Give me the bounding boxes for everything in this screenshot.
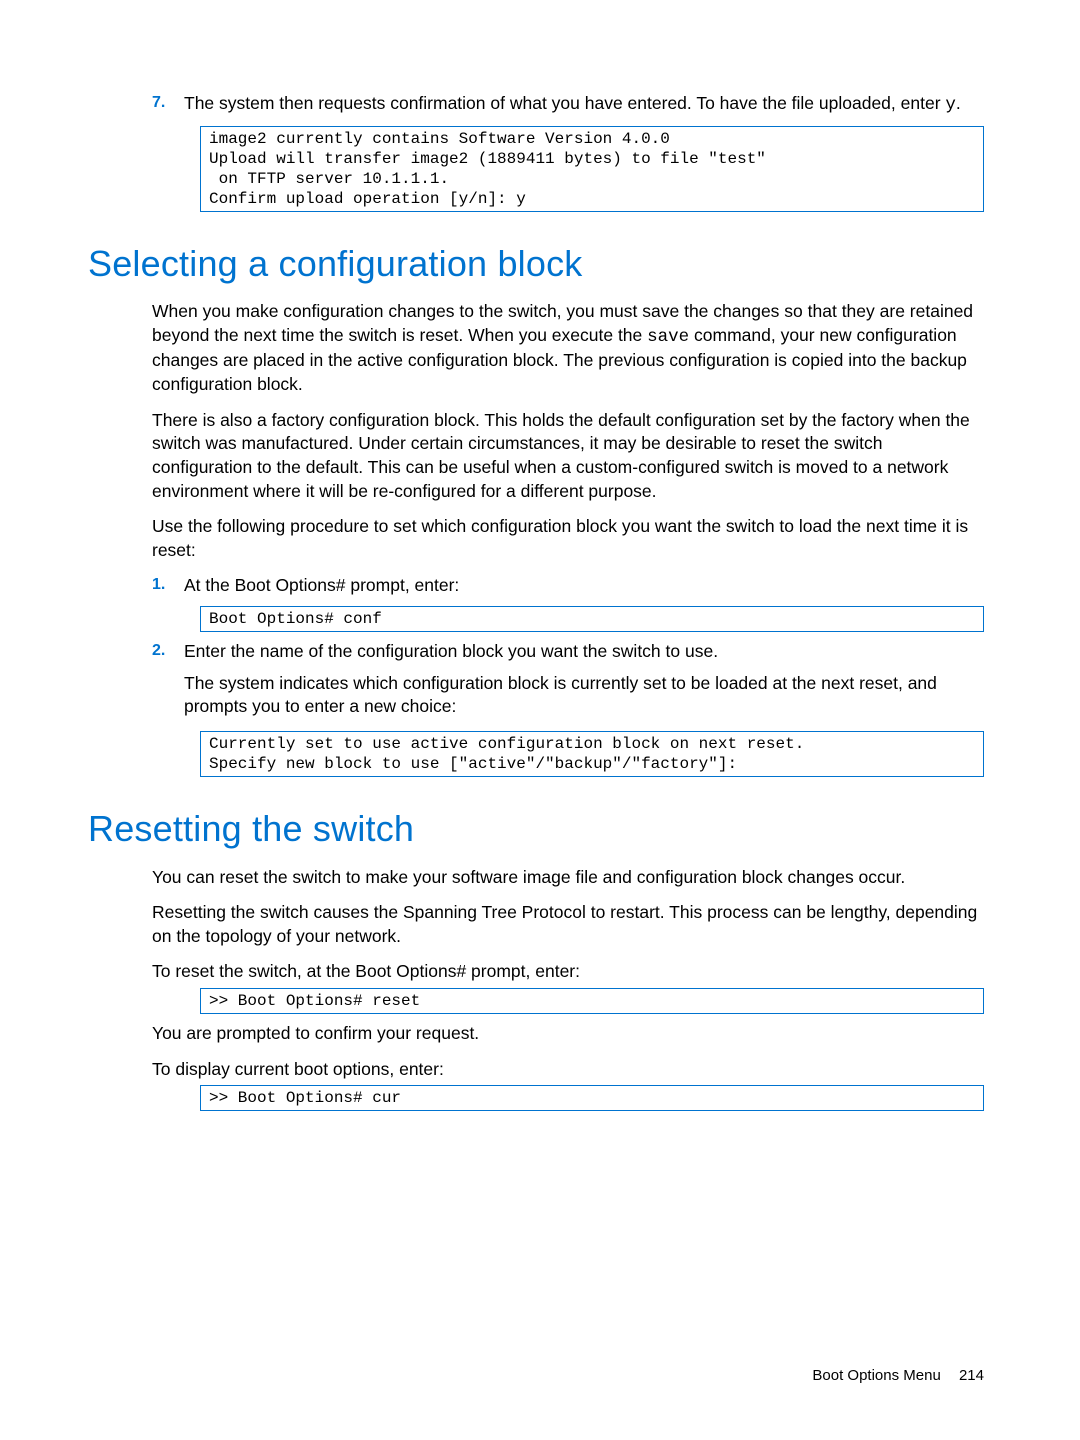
paragraph: You are prompted to confirm your request… bbox=[152, 1022, 984, 1046]
step-list-section1-cont: 2. Enter the name of the configuration b… bbox=[152, 640, 984, 719]
heading-selecting-config-block: Selecting a configuration block bbox=[88, 240, 984, 289]
paragraph: You can reset the switch to make your so… bbox=[152, 866, 984, 890]
step-text: Enter the name of the configuration bloc… bbox=[184, 641, 718, 661]
step-list-section1: 1. At the Boot Options# prompt, enter: bbox=[152, 574, 984, 598]
section2-body-cont: You are prompted to confirm your request… bbox=[152, 1022, 984, 1081]
code-block-cur: >> Boot Options# cur bbox=[200, 1085, 984, 1111]
footer-section: Boot Options Menu bbox=[812, 1367, 940, 1384]
code-block-conf: Boot Options# conf bbox=[200, 606, 984, 632]
step-2: 2. Enter the name of the configuration b… bbox=[152, 640, 984, 719]
code-block-specify-block: Currently set to use active configuratio… bbox=[200, 731, 984, 777]
paragraph: When you make configuration changes to t… bbox=[152, 300, 984, 397]
step-text-after: . bbox=[956, 93, 961, 113]
paragraph: To display current boot options, enter: bbox=[152, 1058, 984, 1082]
step-list-continuation: 7. The system then requests confirmation… bbox=[152, 92, 984, 118]
paragraph: Use the following procedure to set which… bbox=[152, 515, 984, 562]
step-number: 2. bbox=[152, 640, 165, 662]
step-text-before: The system then requests confirmation of… bbox=[184, 93, 945, 113]
code-block-reset: >> Boot Options# reset bbox=[200, 988, 984, 1014]
step-number: 7. bbox=[152, 92, 165, 114]
section2-body: You can reset the switch to make your so… bbox=[152, 866, 984, 985]
inline-code: save bbox=[647, 327, 689, 347]
footer-page-number: 214 bbox=[959, 1367, 984, 1384]
heading-resetting-switch: Resetting the switch bbox=[88, 805, 984, 854]
step-text: At the Boot Options# prompt, enter: bbox=[184, 575, 459, 595]
step-sub-paragraph: The system indicates which configuration… bbox=[184, 672, 984, 719]
inline-code: y bbox=[945, 95, 956, 115]
page-footer: Boot Options Menu 214 bbox=[812, 1366, 984, 1386]
section1-body: When you make configuration changes to t… bbox=[152, 300, 984, 562]
page: 7. The system then requests confirmation… bbox=[0, 0, 1080, 1440]
paragraph: There is also a factory configuration bl… bbox=[152, 409, 984, 504]
step-1: 1. At the Boot Options# prompt, enter: bbox=[152, 574, 984, 598]
code-block-upload-confirm: image2 currently contains Software Versi… bbox=[200, 126, 984, 212]
paragraph: To reset the switch, at the Boot Options… bbox=[152, 960, 984, 984]
step-7: 7. The system then requests confirmation… bbox=[152, 92, 984, 118]
step-text: The system then requests confirmation of… bbox=[184, 93, 961, 113]
paragraph: Resetting the switch causes the Spanning… bbox=[152, 901, 984, 948]
step-number: 1. bbox=[152, 574, 165, 596]
